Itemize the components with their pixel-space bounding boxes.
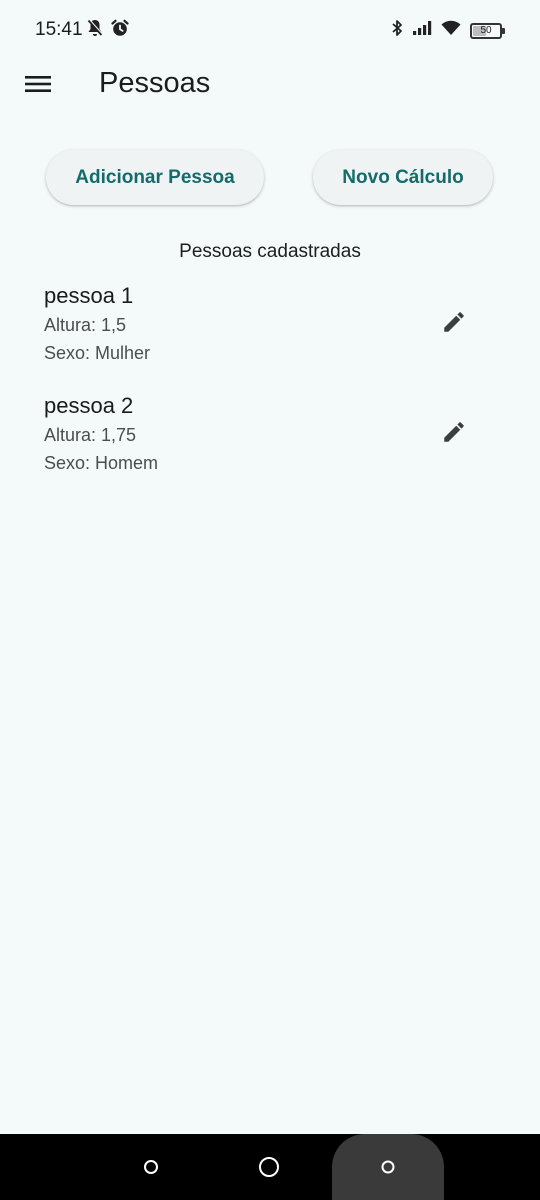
bluetooth-icon: [391, 19, 403, 42]
person-sex: Sexo: Homem: [44, 453, 159, 473]
person-list: pessoa 1 Altura: 1,5 Sexo: Mulher pessoa…: [0, 276, 540, 496]
list-item[interactable]: pessoa 1 Altura: 1,5 Sexo: Mulher: [0, 276, 540, 386]
home-button[interactable]: [254, 1152, 284, 1182]
status-right-icons: 50: [391, 19, 505, 42]
new-calculation-button[interactable]: Novo Cálculo: [313, 150, 493, 205]
edit-button[interactable]: [436, 304, 472, 340]
status-left-icons: [87, 19, 129, 42]
pencil-icon: [444, 312, 464, 332]
battery-level: 50: [480, 24, 492, 36]
list-title: Pessoas cadastradas: [179, 241, 361, 262]
person-sex: Sexo: Mulher: [44, 343, 151, 363]
back-circle-icon: [144, 1160, 158, 1174]
hamburger-menu-icon: [25, 76, 51, 92]
navigation-bar: [0, 1134, 540, 1200]
app-bar: Pessoas: [0, 60, 540, 108]
recents-button[interactable]: [373, 1152, 403, 1182]
wifi-icon: [441, 20, 461, 41]
menu-button[interactable]: [14, 62, 62, 106]
recents-circle-icon: [381, 1160, 395, 1174]
list-item[interactable]: pessoa 2 Altura: 1,75 Sexo: Homem: [0, 386, 540, 496]
mute-icon: [87, 19, 103, 42]
status-bar: 15:41 50: [0, 0, 540, 60]
edit-button[interactable]: [436, 414, 472, 450]
page-title: Pessoas: [99, 67, 211, 99]
home-circle-icon: [259, 1157, 279, 1177]
pencil-icon: [444, 422, 464, 442]
status-time: 15:41: [35, 19, 83, 40]
battery-icon: 50: [470, 22, 505, 39]
back-button[interactable]: [136, 1152, 166, 1182]
app-screen: 15:41 50 Pessoas Adicionar Pessoa Novo C…: [0, 0, 540, 1200]
alarm-icon: [111, 19, 129, 42]
signal-icon: [412, 20, 432, 41]
add-person-button[interactable]: Adicionar Pessoa: [46, 150, 264, 205]
